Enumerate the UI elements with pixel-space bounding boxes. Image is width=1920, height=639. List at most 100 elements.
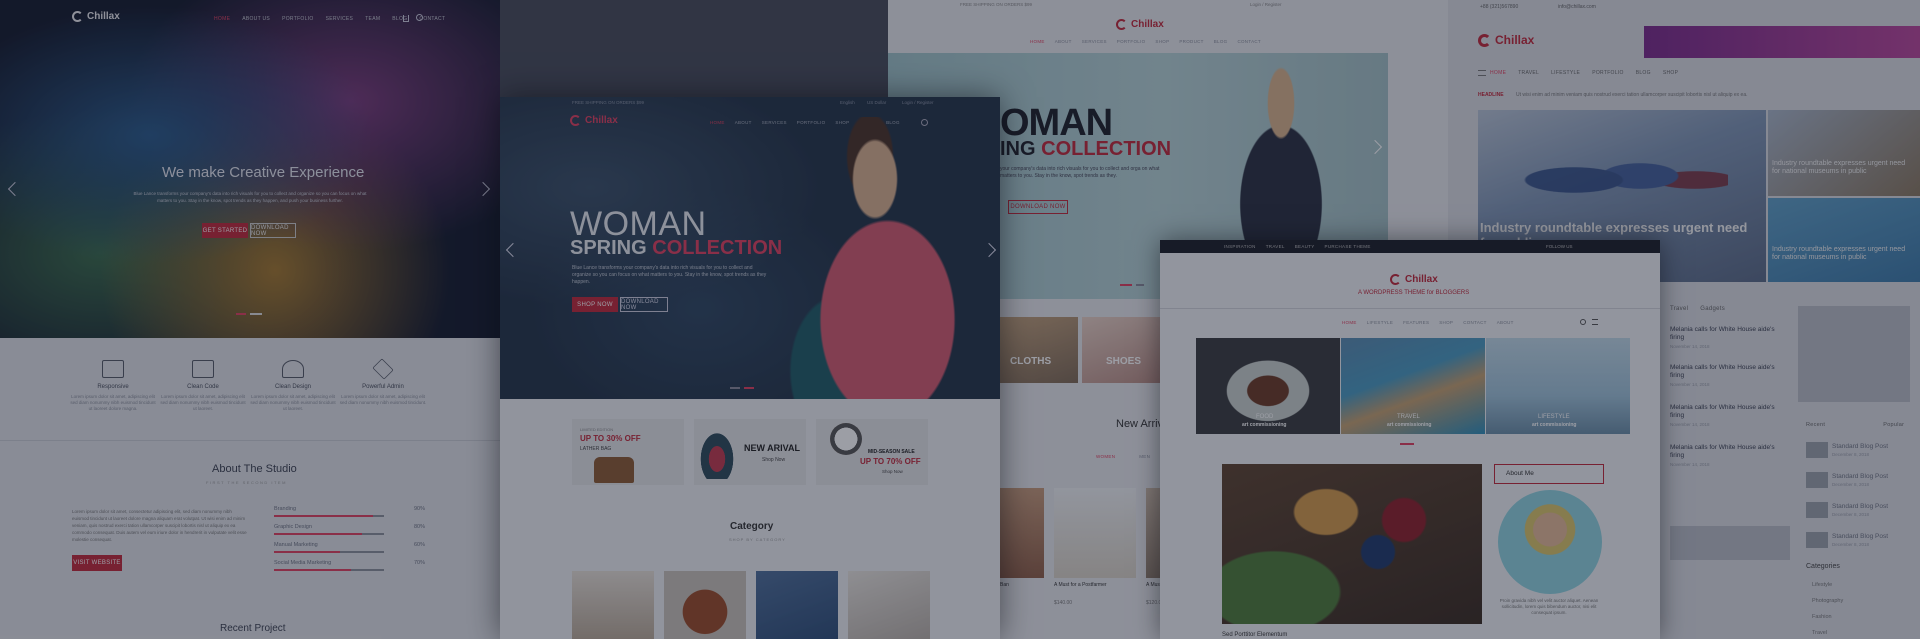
- sidebar-post[interactable]: Standard Blog Post December 8, 2018: [1832, 503, 1888, 517]
- nav-item[interactable]: FEATURES: [1403, 320, 1429, 325]
- nav-item[interactable]: SHOP: [1155, 39, 1169, 44]
- sidebar-post[interactable]: Standard Blog Post December 8, 2018: [1832, 533, 1888, 547]
- search-icon[interactable]: [416, 14, 423, 21]
- cart-icon[interactable]: [403, 15, 409, 22]
- slider-dot[interactable]: [730, 387, 740, 389]
- post-title[interactable]: Sed Porttitor Elementum: [1222, 632, 1287, 638]
- nav-item[interactable]: HOME: [1342, 320, 1357, 325]
- nav-item[interactable]: PORTFOLIO: [282, 16, 314, 22]
- tab-men[interactable]: MEN: [1139, 454, 1150, 459]
- nav-item[interactable]: SHOP: [1439, 320, 1453, 325]
- slider-dot-active[interactable]: [1120, 284, 1132, 286]
- menu-icon[interactable]: [1592, 319, 1598, 325]
- category-image[interactable]: [756, 571, 838, 639]
- nav-item[interactable]: ABOUT US: [242, 16, 270, 22]
- feature-lifestyle[interactable]: LIFESTYLE art commissioning: [1486, 338, 1630, 434]
- tab-travel[interactable]: Travel: [1670, 306, 1688, 312]
- download-button[interactable]: DOWNLOAD NOW: [250, 223, 296, 238]
- category-item[interactable]: Travel: [1812, 630, 1827, 636]
- side-story-2[interactable]: Industry roundtable expresses urgent nee…: [1772, 246, 1912, 262]
- promo-card-bag[interactable]: LIMITED EDITION UP TO 30% OFF LATHER BAG: [572, 419, 684, 485]
- nav-item[interactable]: CONTACT: [1237, 39, 1261, 44]
- nav-item[interactable]: CONTACT: [419, 16, 445, 22]
- nav-item[interactable]: PRODUCT: [1179, 39, 1203, 44]
- category-item[interactable]: Lifestyle: [1812, 582, 1832, 588]
- topbar-lang[interactable]: English: [840, 100, 855, 105]
- tab-gadgets[interactable]: Gadgets: [1700, 306, 1725, 312]
- nav-item[interactable]: HOME: [1030, 39, 1045, 44]
- feature-travel[interactable]: TRAVEL art commissioning: [1341, 338, 1485, 434]
- nav-item[interactable]: SERVICES: [326, 16, 354, 22]
- side-story-1[interactable]: Industry roundtable expresses urgent nee…: [1772, 160, 1912, 176]
- nav-item[interactable]: CONTACT: [1463, 320, 1487, 325]
- topbar-item[interactable]: INSPIRATION: [1224, 244, 1256, 249]
- logo[interactable]: Chillax: [72, 11, 120, 22]
- topbar-currency[interactable]: US Dollar: [867, 100, 886, 105]
- menu-icon[interactable]: [1478, 70, 1486, 76]
- nav-item[interactable]: BLOG: [1636, 70, 1651, 76]
- category-image[interactable]: [664, 571, 746, 639]
- post-image[interactable]: [1222, 464, 1482, 624]
- category-image[interactable]: [572, 571, 654, 639]
- logo[interactable]: Chillax: [1390, 274, 1438, 285]
- search-icon[interactable]: [1580, 319, 1586, 325]
- nav-item[interactable]: BLOG: [1214, 39, 1228, 44]
- nav-item[interactable]: HOME: [214, 16, 230, 22]
- news-item[interactable]: Melania calls for White House aide's fir…: [1670, 364, 1780, 387]
- cat-image-cloths[interactable]: [1000, 317, 1078, 383]
- logo[interactable]: Chillax: [1478, 33, 1534, 47]
- promo-card-watch[interactable]: MID-SEASON SALE UP TO 70% OFF Shop Now: [816, 419, 928, 485]
- nav-item[interactable]: SERVICES: [1082, 39, 1107, 44]
- slider-dot-active[interactable]: [1400, 443, 1414, 445]
- topbar-login[interactable]: Login / Register: [902, 100, 934, 105]
- nav-item[interactable]: HOME: [1490, 70, 1506, 76]
- product-name[interactable]: A Must: [1146, 582, 1161, 588]
- nav-item[interactable]: LIFESTYLE: [1367, 320, 1393, 325]
- topbar-item[interactable]: BEAUTY: [1295, 244, 1315, 249]
- slider-dot-active[interactable]: [744, 387, 754, 389]
- cat-image-shoes[interactable]: [1082, 317, 1160, 383]
- nav-item[interactable]: SHOP: [1663, 70, 1678, 76]
- category-item[interactable]: Fashion: [1812, 614, 1832, 620]
- product-image[interactable]: [1000, 488, 1044, 578]
- nav-item[interactable]: TEAM: [365, 16, 380, 22]
- nav-item[interactable]: PORTFOLIO: [1117, 39, 1146, 44]
- topbar-right[interactable]: Login / Register: [1250, 2, 1282, 7]
- product-name[interactable]: Ban: [1000, 582, 1009, 588]
- slider-dot[interactable]: [1136, 284, 1144, 286]
- get-started-button[interactable]: GET STARTED: [202, 223, 248, 238]
- nav-item[interactable]: TRAVEL: [1518, 70, 1539, 76]
- product-name[interactable]: A Must for a Postfarmer: [1054, 582, 1107, 588]
- download-button[interactable]: DOWNLOAD NOW: [620, 297, 668, 312]
- feature-food[interactable]: FOOD art commissioning: [1196, 338, 1340, 434]
- nav-item[interactable]: PORTFOLIO: [1592, 70, 1624, 76]
- slider-dot-active[interactable]: [236, 313, 246, 315]
- news-date: November 14, 2018: [1670, 462, 1710, 467]
- slider-dot[interactable]: [250, 313, 262, 315]
- sidebar-post[interactable]: Standard Blog Post December 8, 2018: [1832, 443, 1888, 457]
- nav-item[interactable]: ABOUT: [1055, 39, 1072, 44]
- nav-item[interactable]: LIFESTYLE: [1551, 70, 1580, 76]
- promo-card-shoes[interactable]: NEW ARIVAL Shop Now: [694, 419, 806, 485]
- tab-popular[interactable]: Popular: [1883, 422, 1904, 428]
- topbar-item[interactable]: TRAVEL: [1266, 244, 1285, 249]
- shop-now-button[interactable]: SHOP NOW: [572, 297, 618, 312]
- service-card: Clean Code Lorem ipsum dolor sit amet, a…: [158, 360, 248, 412]
- nav-item[interactable]: ABOUT: [1497, 320, 1514, 325]
- skill-row: Social Media Marketing 70%: [274, 560, 425, 574]
- news-item[interactable]: Melania calls for White House aide's fir…: [1670, 326, 1780, 349]
- news-item[interactable]: Melania calls for White House aide's fir…: [1670, 444, 1780, 467]
- sidebar-post[interactable]: Standard Blog Post December 8, 2018: [1832, 473, 1888, 487]
- logo[interactable]: Chillax: [570, 115, 618, 126]
- product-image[interactable]: [1054, 488, 1136, 578]
- nav-item[interactable]: HOME: [710, 120, 725, 125]
- visit-website-button[interactable]: VISIT WEBSITE: [72, 555, 122, 571]
- tab-recent[interactable]: Recent: [1806, 422, 1825, 428]
- download-button[interactable]: DOWNLOAD NOW: [1008, 200, 1068, 214]
- topbar-item[interactable]: PURCHASE THEME: [1325, 244, 1371, 249]
- category-image[interactable]: [848, 571, 930, 639]
- news-item[interactable]: Melania calls for White House aide's fir…: [1670, 404, 1780, 427]
- tab-women[interactable]: WOMEN: [1096, 454, 1115, 459]
- category-item[interactable]: Photography: [1812, 598, 1843, 604]
- logo[interactable]: Chillax: [1116, 19, 1164, 30]
